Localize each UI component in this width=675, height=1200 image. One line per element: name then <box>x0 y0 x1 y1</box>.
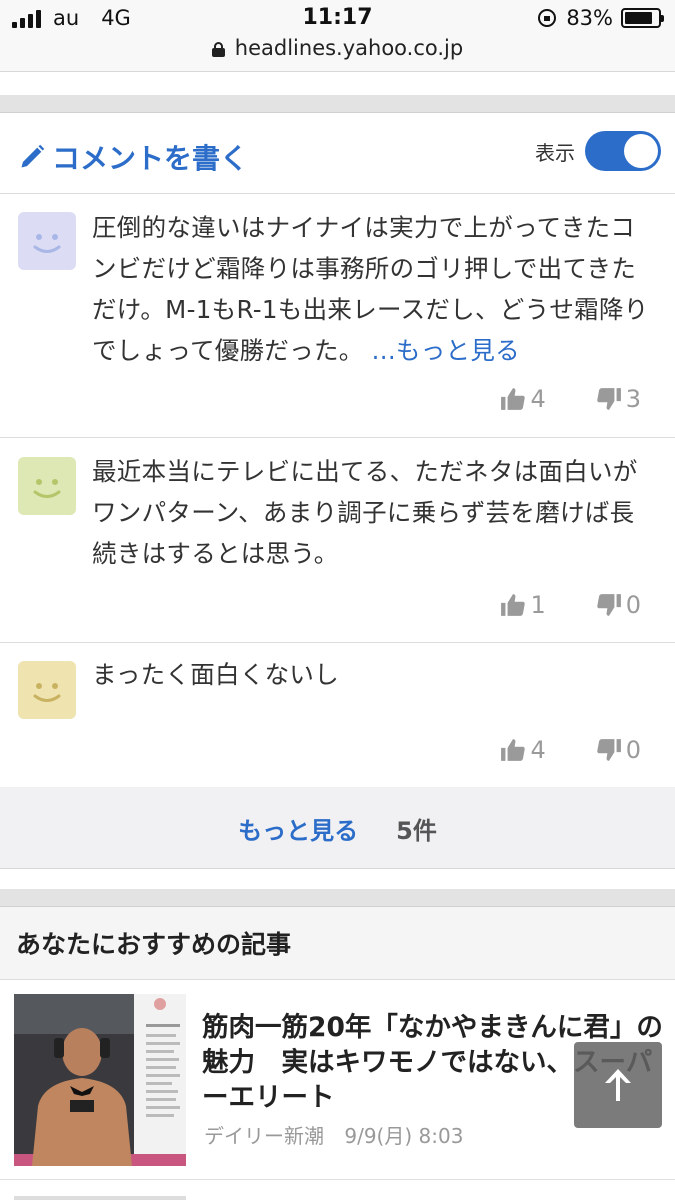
avatar <box>18 661 76 719</box>
comment-text: 圧倒的な違いはナイナイは実力で上がってきたコンビだけど霜降りは事務所のゴリ押しで… <box>92 207 658 371</box>
display-toggle-label: 表示 <box>535 140 575 165</box>
write-comment-label: コメントを書く <box>52 142 249 175</box>
recommendations-title: あなたにおすすめの記事 <box>16 930 292 959</box>
like-button[interactable]: 4 <box>500 736 546 764</box>
more-comments-bar: もっと見る 5件 <box>0 787 675 869</box>
section-divider <box>0 889 675 906</box>
like-button[interactable]: 1 <box>500 591 546 619</box>
comment-votes: 4 0 <box>500 736 641 764</box>
article-thumbnail-image <box>14 994 186 1166</box>
like-button[interactable]: 4 <box>500 385 546 413</box>
like-count: 4 <box>530 736 546 764</box>
avatar <box>18 457 76 515</box>
dislike-button[interactable]: 3 <box>596 385 641 413</box>
more-comments-count: 5件 <box>396 817 437 845</box>
comment-votes: 4 3 <box>500 385 641 413</box>
battery-percent: 83% <box>566 6 613 30</box>
battery-fill <box>625 12 652 24</box>
like-count: 4 <box>530 385 546 413</box>
comments-header: コメントを書く 表示 <box>0 112 675 194</box>
next-article-thumbnail <box>14 1196 186 1200</box>
more-comments-button[interactable]: もっと見る <box>238 811 358 846</box>
dislike-button[interactable]: 0 <box>596 591 641 619</box>
thumbs-down-icon <box>596 739 621 761</box>
comment-item: 圧倒的な違いはナイナイは実力で上がってきたコンビだけど霜降りは事務所のゴリ押しで… <box>0 195 675 438</box>
article-thumbnail <box>14 994 186 1166</box>
status-bar: au 4G 11:17 83% <box>0 0 675 36</box>
battery-icon <box>621 8 664 28</box>
thumbs-up-icon <box>501 594 526 616</box>
article-date: 9/9(月) 8:03 <box>344 1124 464 1148</box>
smiley-icon <box>33 683 61 702</box>
url-domain: headlines.yahoo.co.jp <box>234 36 464 60</box>
dislike-count: 3 <box>625 385 641 413</box>
comment-body: 最近本当にテレビに出てる、ただネタは面白いがワンパターン、あまり調子に乗らず芸を… <box>92 457 638 568</box>
article-meta: デイリー新潮 9/9(月) 8:03 <box>204 1120 463 1149</box>
scroll-to-top-button[interactable] <box>574 1042 662 1128</box>
arrow-up-icon <box>605 1069 631 1101</box>
padlock-icon <box>211 41 225 57</box>
like-count: 1 <box>530 591 546 619</box>
comment-body: 圧倒的な違いはナイナイは実力で上がってきたコンビだけど霜降りは事務所のゴリ押しで… <box>92 213 649 365</box>
comment-more-link[interactable]: ...もっと見る <box>372 336 520 365</box>
write-comment-button[interactable]: コメントを書く <box>18 137 248 177</box>
url-bar[interactable]: headlines.yahoo.co.jp <box>0 36 675 72</box>
comment-body: まったく面白くないし <box>92 660 340 689</box>
thumbs-down-icon <box>596 594 621 616</box>
dislike-count: 0 <box>625 591 641 619</box>
comment-text: まったく面白くないし <box>92 654 658 695</box>
thumbs-up-icon <box>501 388 526 410</box>
comment-votes: 1 0 <box>500 591 641 619</box>
pencil-icon <box>21 144 45 168</box>
display-toggle-group: 表示 <box>535 131 661 171</box>
status-right: 83% <box>538 6 664 30</box>
comment-item: 最近本当にテレビに出てる、ただネタは面白いがワンパターン、あまり調子に乗らず芸を… <box>0 439 675 643</box>
avatar <box>18 212 76 270</box>
dislike-button[interactable]: 0 <box>596 736 641 764</box>
smiley-icon <box>33 479 61 498</box>
article-source: デイリー新潮 <box>204 1124 324 1148</box>
thumbs-down-icon <box>596 388 621 410</box>
thumbs-up-icon <box>501 739 526 761</box>
section-divider <box>0 95 675 112</box>
toggle-knob <box>624 134 658 168</box>
comment-item: まったく面白くないし 4 0 <box>0 644 675 787</box>
recommendations-header: あなたにおすすめの記事 <box>0 906 675 980</box>
dislike-count: 0 <box>625 736 641 764</box>
rotation-lock-icon <box>538 9 557 27</box>
display-toggle[interactable] <box>585 131 661 171</box>
comment-text: 最近本当にテレビに出てる、ただネタは面白いがワンパターン、あまり調子に乗らず芸を… <box>92 451 658 574</box>
smiley-icon <box>33 234 61 253</box>
